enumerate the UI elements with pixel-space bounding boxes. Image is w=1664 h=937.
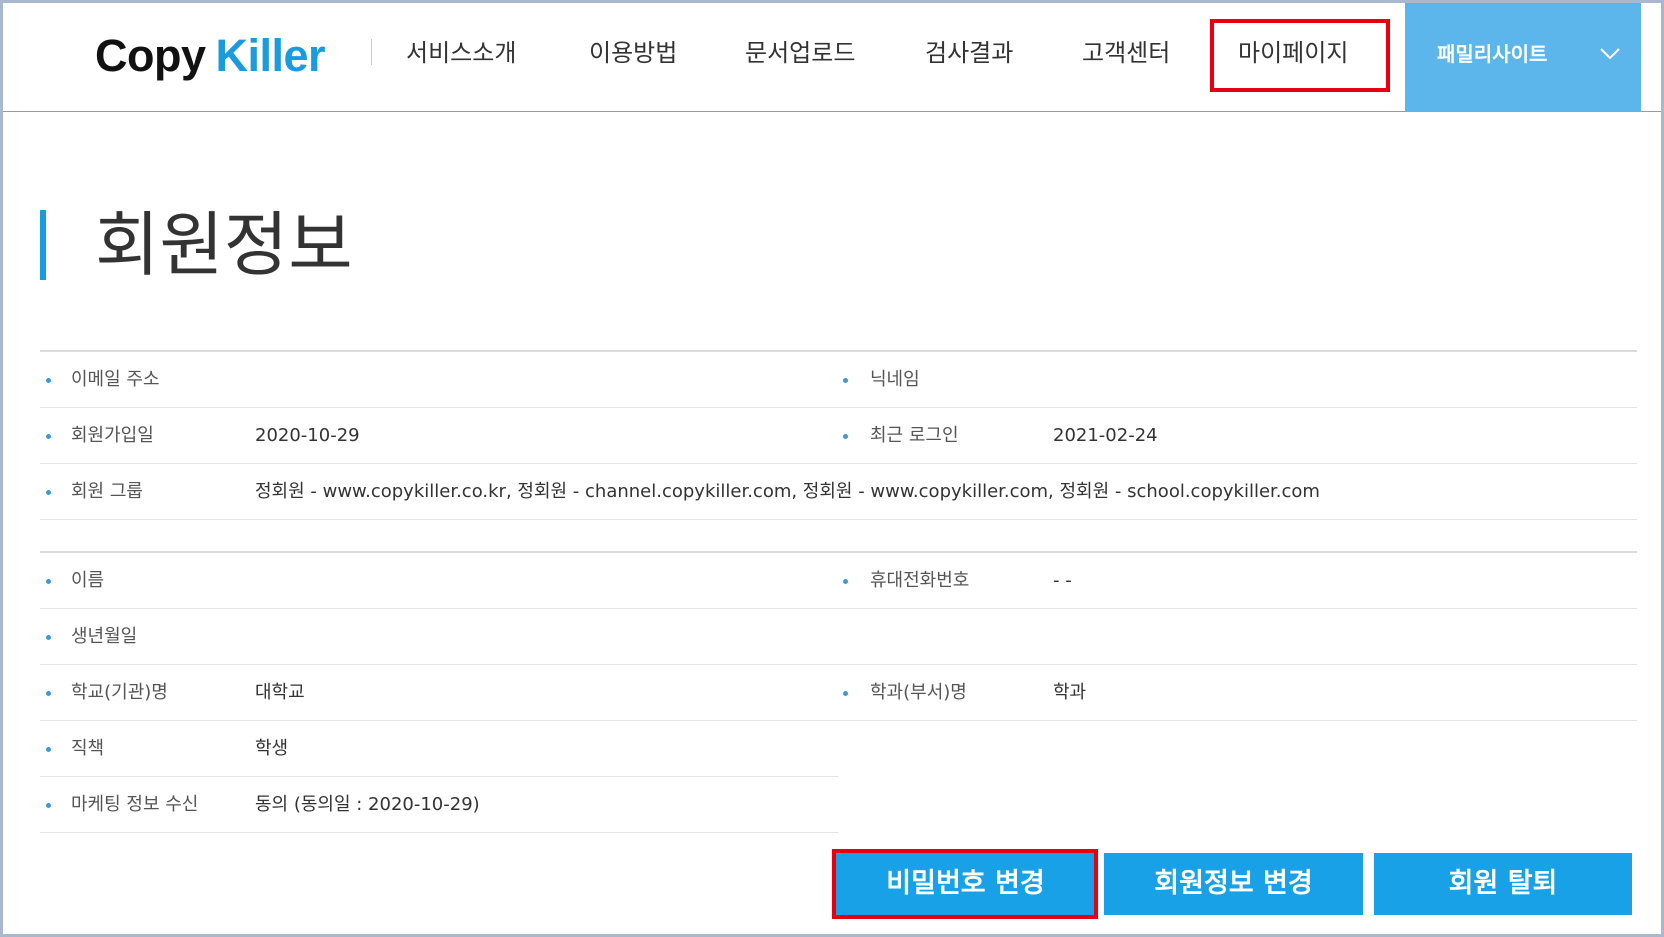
- bullet-icon: [46, 378, 51, 383]
- member-group-value: 정회원 - www.copykiller.co.kr, 정회원 - channe…: [255, 481, 1320, 502]
- info-row: 회원가입일 2020-10-29 최근 로그인 2021-02-24: [40, 408, 1637, 464]
- last-login-label: 최근 로그인: [870, 425, 959, 446]
- info-row: 학교(기관)명 대학교 학과(부서)명 학과: [40, 665, 1637, 721]
- account-info-table: 이메일 주소 닉네임 회원가입일 2020-10-29 최근 로그인 2021-…: [40, 350, 1637, 520]
- page: Copy Killer 서비스소개 이용방법 문서업로드 검사결과 고객센터 마이…: [0, 0, 1664, 937]
- position-label: 직책: [71, 738, 105, 759]
- nav-how-to-use[interactable]: 이용방법: [589, 36, 677, 70]
- mobile-label: 휴대전화번호: [870, 570, 970, 591]
- department-value: 학과: [1053, 682, 1087, 703]
- page-title: 회원정보: [95, 204, 353, 286]
- bullet-icon: [46, 691, 51, 696]
- withdraw-membership-button[interactable]: 회원 탈퇴: [1374, 853, 1632, 915]
- mobile-value: - -: [1053, 570, 1072, 591]
- nickname-label: 닉네임: [870, 369, 920, 390]
- nav-service-intro[interactable]: 서비스소개: [406, 36, 516, 70]
- title-accent-bar: [40, 210, 46, 280]
- nav-customer-center[interactable]: 고객센터: [1082, 36, 1170, 70]
- school-value: 대학교: [255, 682, 305, 703]
- family-site-label: 패밀리사이트: [1437, 42, 1548, 66]
- logo-divider: [371, 39, 372, 65]
- personal-info-table: 이름 휴대전화번호 - - 생년월일 학교(기관)명 대학교 학과(부서)명 학…: [40, 551, 1637, 833]
- info-row: 마케팅 정보 수신 동의 (동의일 : 2020-10-29): [40, 777, 838, 833]
- bullet-icon: [46, 747, 51, 752]
- bullet-icon: [843, 378, 848, 383]
- info-row: 직책 학생: [40, 721, 838, 777]
- email-label: 이메일 주소: [71, 369, 160, 390]
- last-login-value: 2021-02-24: [1053, 425, 1158, 446]
- nav-check-results[interactable]: 검사결과: [925, 36, 1013, 70]
- department-label: 학과(부서)명: [870, 682, 967, 703]
- chevron-down-icon: [1600, 48, 1620, 60]
- bullet-icon: [46, 434, 51, 439]
- bullet-icon: [46, 579, 51, 584]
- info-row: 이메일 주소 닉네임: [40, 352, 1637, 408]
- top-header: Copy Killer 서비스소개 이용방법 문서업로드 검사결과 고객센터 마이…: [3, 3, 1661, 112]
- logo-text-killer: Killer: [215, 30, 326, 81]
- nav-document-upload[interactable]: 문서업로드: [745, 36, 855, 70]
- marketing-consent-value: 동의 (동의일 : 2020-10-29): [255, 794, 480, 815]
- bullet-icon: [46, 490, 51, 495]
- join-date-label: 회원가입일: [71, 425, 154, 446]
- school-label: 학교(기관)명: [71, 682, 168, 703]
- bullet-icon: [46, 635, 51, 640]
- marketing-consent-label: 마케팅 정보 수신: [71, 794, 199, 815]
- bullet-icon: [843, 434, 848, 439]
- highlight-box-change-password: [832, 849, 1098, 919]
- name-label: 이름: [71, 570, 105, 591]
- bullet-icon: [843, 691, 848, 696]
- edit-member-info-button[interactable]: 회원정보 변경: [1104, 853, 1363, 915]
- birthdate-label: 생년월일: [71, 626, 138, 647]
- family-site-dropdown[interactable]: 패밀리사이트: [1405, 3, 1641, 112]
- info-row: 회원 그룹 정회원 - www.copykiller.co.kr, 정회원 - …: [40, 464, 1637, 520]
- bullet-icon: [46, 803, 51, 808]
- position-value: 학생: [255, 738, 289, 759]
- info-row: 생년월일: [40, 609, 1637, 665]
- join-date-value: 2020-10-29: [255, 425, 360, 446]
- copykiller-logo[interactable]: Copy Killer: [95, 30, 326, 82]
- member-group-label: 회원 그룹: [71, 481, 143, 502]
- info-row: 이름 휴대전화번호 - -: [40, 553, 1637, 609]
- highlight-box-mypage: [1210, 19, 1390, 92]
- logo-text-copy: Copy: [95, 30, 206, 81]
- bullet-icon: [843, 579, 848, 584]
